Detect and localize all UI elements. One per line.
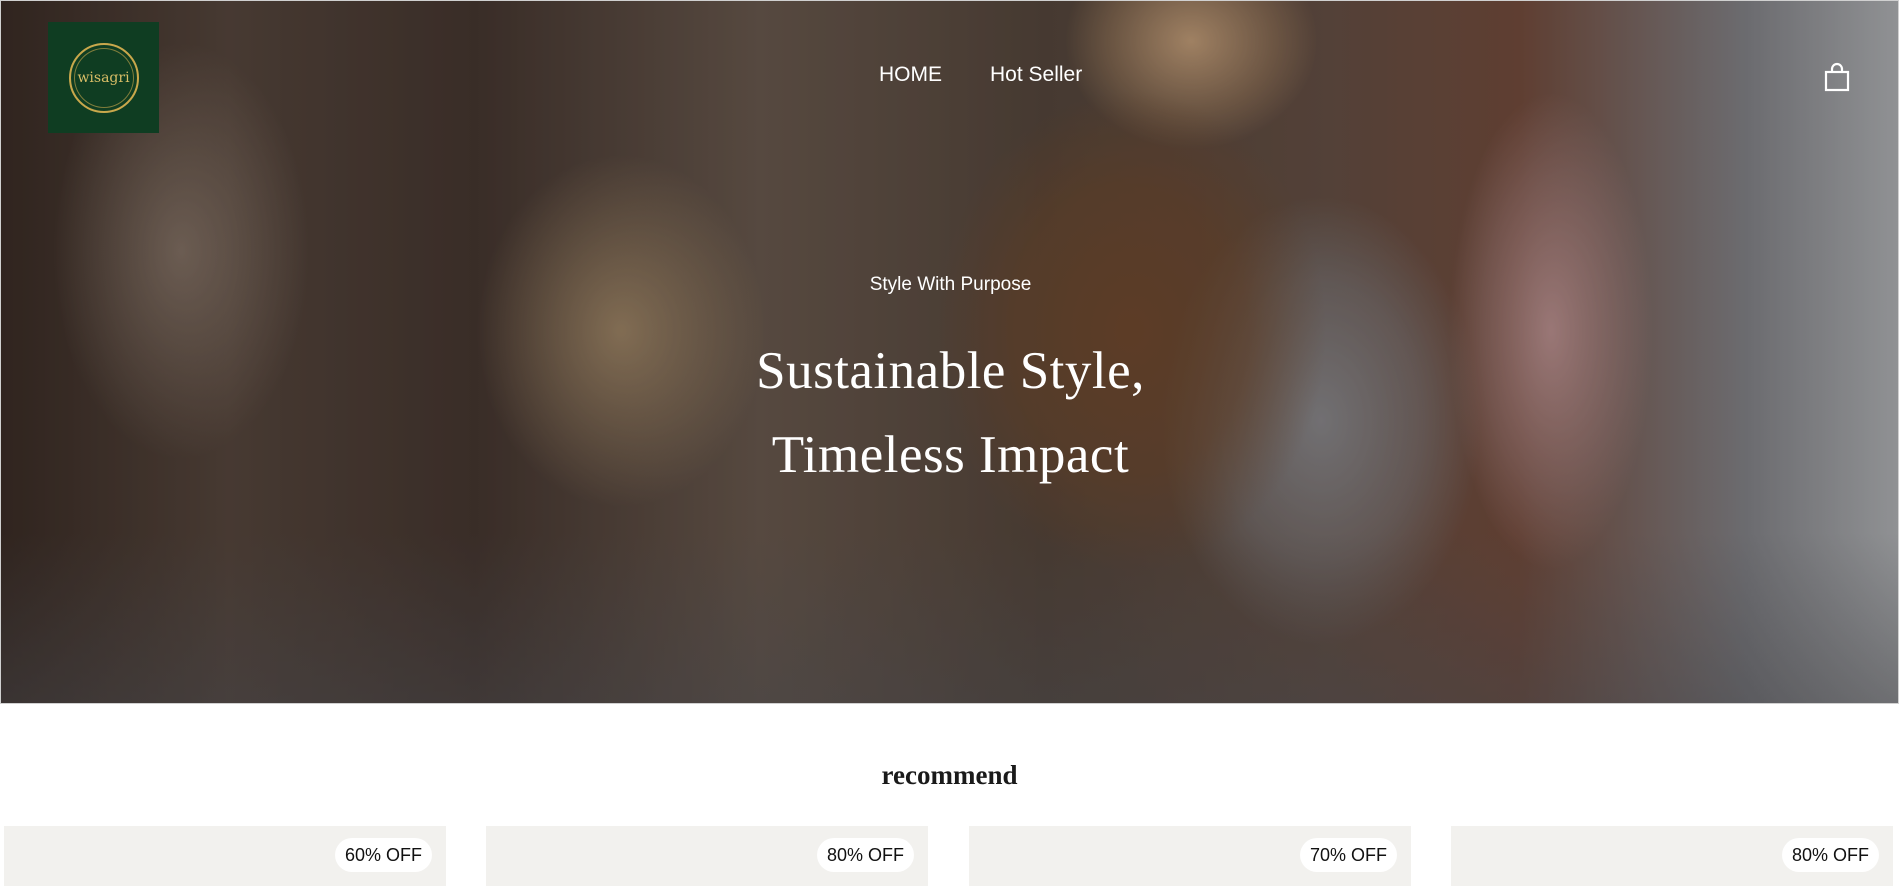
discount-badge: 80% OFF bbox=[1781, 838, 1879, 872]
hero-eyebrow: Style With Purpose bbox=[869, 274, 1032, 295]
product-card[interactable]: 80% OFF bbox=[1451, 826, 1893, 886]
hero-headline-line2: Timeless Impact bbox=[771, 426, 1130, 484]
discount-badge: 60% OFF bbox=[334, 838, 432, 872]
recommend-title: recommend bbox=[881, 760, 1018, 790]
hero-headline-line1: Sustainable Style, bbox=[756, 342, 1145, 400]
nav-hot-seller[interactable]: Hot Seller bbox=[990, 63, 1082, 87]
hero-banner: wisagri HOME Hot Seller Style With Purpo… bbox=[0, 0, 1899, 704]
product-card[interactable]: 70% OFF bbox=[969, 826, 1411, 886]
nav-home[interactable]: HOME bbox=[879, 63, 942, 87]
discount-badge: 70% OFF bbox=[1299, 838, 1397, 872]
shopping-bag-icon[interactable] bbox=[1823, 62, 1851, 92]
product-card[interactable]: 80% OFF bbox=[486, 826, 928, 886]
discount-badge: 80% OFF bbox=[816, 838, 914, 872]
product-card[interactable]: 60% OFF bbox=[4, 826, 446, 886]
hero-headline: Sustainable Style, Timeless Impact bbox=[1, 329, 1898, 497]
main-nav: HOME Hot Seller bbox=[1, 63, 1898, 93]
hero-text: Style With Purpose Sustainable Style, Ti… bbox=[1, 271, 1898, 497]
